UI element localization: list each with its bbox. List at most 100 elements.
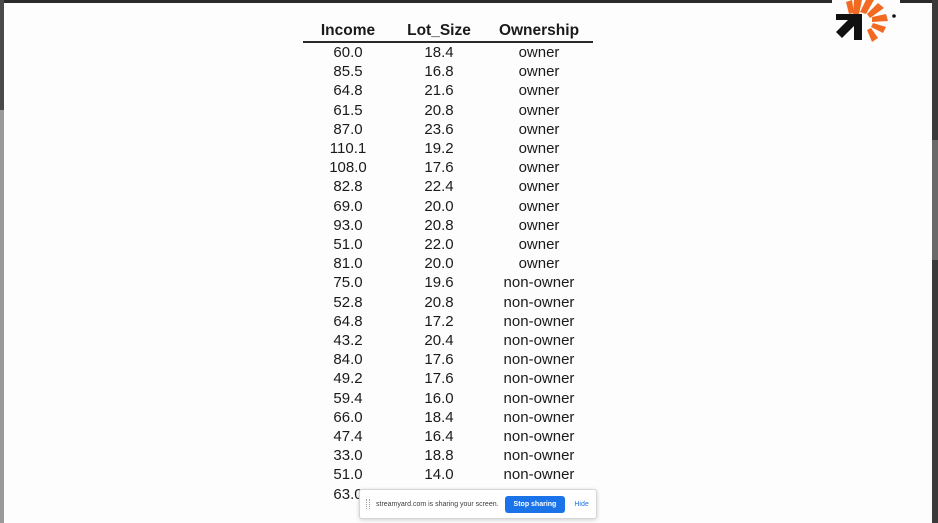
ownership-cell: owner <box>518 120 560 138</box>
income-cell: 59.4 <box>333 389 363 407</box>
table-row: 64.8 17.2 non-owner <box>303 312 593 331</box>
lot-size-cell: 17.6 <box>424 351 454 369</box>
income-cell: 81.0 <box>333 255 363 273</box>
income-cell: 85.5 <box>333 63 363 81</box>
lot-size-cell: 17.2 <box>424 312 454 330</box>
income-cell: 108.0 <box>329 159 367 177</box>
table-row: 61.5 20.8 owner <box>303 101 593 120</box>
lot-size-cell: 20.8 <box>424 101 454 119</box>
table-row: 110.1 19.2 owner <box>303 139 593 158</box>
table-row: 33.0 18.8 non-owner <box>303 446 593 465</box>
table-row: 51.0 22.0 owner <box>303 235 593 254</box>
income-cell: 33.0 <box>333 447 363 465</box>
table-row: 82.8 22.4 owner <box>303 177 593 196</box>
table-row: 85.5 16.8 owner <box>303 62 593 81</box>
ownership-cell: non-owner <box>503 370 575 388</box>
ownership-cell: owner <box>518 236 560 254</box>
income-cell: 52.8 <box>333 293 363 311</box>
income-cell: 51.0 <box>333 236 363 254</box>
income-cell: 60.0 <box>333 44 363 61</box>
lot-size-cell: 21.6 <box>424 82 454 100</box>
ownership-header: Ownership <box>485 21 593 43</box>
income-cell: 93.0 <box>333 216 363 234</box>
income-cell: 82.8 <box>333 178 363 196</box>
lot-size-cell: 23.6 <box>424 120 454 138</box>
income-cell: 84.0 <box>333 351 363 369</box>
ownership-cell: non-owner <box>503 293 575 311</box>
lot-size-cell: 18.4 <box>424 408 454 426</box>
table-row: 108.0 17.6 owner <box>303 158 593 177</box>
lot-size-cell: 16.0 <box>424 389 454 407</box>
ownership-cell: non-owner <box>503 447 575 465</box>
lot-size-header: Lot_Size <box>393 21 485 43</box>
income-cell: 66.0 <box>333 408 363 426</box>
lot-size-cell: 17.6 <box>424 159 454 177</box>
drag-handle-icon[interactable] <box>366 499 370 509</box>
right-border <box>932 0 938 523</box>
ownership-cell: owner <box>518 255 560 273</box>
table-row: 51.0 14.0 non-owner <box>303 465 593 484</box>
table-row: 84.0 17.6 non-owner <box>303 350 593 369</box>
ownership-cell: owner <box>518 140 560 158</box>
ownership-cell: owner <box>518 178 560 196</box>
lot-size-cell: 20.4 <box>424 332 454 350</box>
ownership-cell: non-owner <box>503 389 575 407</box>
lot-size-cell: 17.6 <box>424 370 454 388</box>
ownership-cell: non-owner <box>503 351 575 369</box>
income-cell: 49.2 <box>333 370 363 388</box>
ownership-cell: owner <box>518 101 560 119</box>
table-body: 60.0 18.4 owner 85.5 16.8 owner 64.8 21.6 owner 6… <box>303 42 593 504</box>
table-row: 59.4 16.0 non-owner <box>303 389 593 408</box>
income-cell: 64.8 <box>333 312 363 330</box>
lot-size-cell: 22.0 <box>424 236 454 254</box>
streamyard-logo-icon <box>832 0 900 50</box>
hide-link[interactable]: Hide <box>574 501 588 508</box>
table-row: 81.0 20.0 owner <box>303 254 593 273</box>
ownership-cell: non-owner <box>503 274 575 292</box>
lot-size-cell: 18.4 <box>424 44 454 61</box>
income-cell: 43.2 <box>333 332 363 350</box>
lot-size-cell: 16.4 <box>424 428 454 446</box>
table-row: 93.0 20.8 owner <box>303 216 593 235</box>
ownership-cell: owner <box>518 82 560 100</box>
lot-size-cell: 19.6 <box>424 274 454 292</box>
lot-size-cell: 19.2 <box>424 140 454 158</box>
screen-share-bar: streamyard.com is sharing your screen. S… <box>359 489 597 519</box>
lot-size-cell: 14.0 <box>424 466 454 484</box>
table-row: 75.0 19.6 non-owner <box>303 273 593 292</box>
lot-size-cell: 18.8 <box>424 447 454 465</box>
table-row: 43.2 20.4 non-owner <box>303 331 593 350</box>
table-row: 87.0 23.6 owner <box>303 120 593 139</box>
ownership-cell: owner <box>518 159 560 177</box>
left-border <box>0 0 4 523</box>
income-cell: 51.0 <box>333 466 363 484</box>
income-cell: 75.0 <box>333 274 363 292</box>
income-cell: 64.8 <box>333 82 363 100</box>
ownership-cell: owner <box>518 216 560 234</box>
top-border <box>0 0 938 3</box>
income-cell: 69.0 <box>333 197 363 215</box>
income-cell: 110.1 <box>329 140 367 158</box>
ownership-cell: non-owner <box>503 312 575 330</box>
lot-size-cell: 20.8 <box>424 216 454 234</box>
table-row: 66.0 18.4 non-owner <box>303 408 593 427</box>
left-border-shade <box>0 0 4 110</box>
table-row: 49.2 17.6 non-owner <box>303 369 593 388</box>
table-row: 60.0 18.4 owner <box>303 42 593 62</box>
lot-size-cell: 22.4 <box>424 178 454 196</box>
income-cell: 61.5 <box>333 101 363 119</box>
lot-size-cell: 16.8 <box>424 63 454 81</box>
table-row: 52.8 20.8 non-owner <box>303 293 593 312</box>
table-row: 47.4 16.4 non-owner <box>303 427 593 446</box>
lot-size-cell: 20.8 <box>424 293 454 311</box>
stop-sharing-button[interactable]: Stop sharing <box>504 495 566 513</box>
ownership-cell: owner <box>518 197 560 215</box>
ownership-cell: non-owner <box>503 332 575 350</box>
ownership-cell: non-owner <box>503 408 575 426</box>
share-message: streamyard.com is sharing your screen. <box>376 500 499 508</box>
income-header: Income <box>303 21 393 43</box>
presentation-frame: Income Lot_Size Ownership 60.0 18.4 owner 8… <box>0 0 938 523</box>
income-cell: 47.4 <box>333 428 363 446</box>
ownership-data-table: Income Lot_Size Ownership 60.0 18.4 owner 8… <box>303 21 593 504</box>
ownership-cell: non-owner <box>503 428 575 446</box>
